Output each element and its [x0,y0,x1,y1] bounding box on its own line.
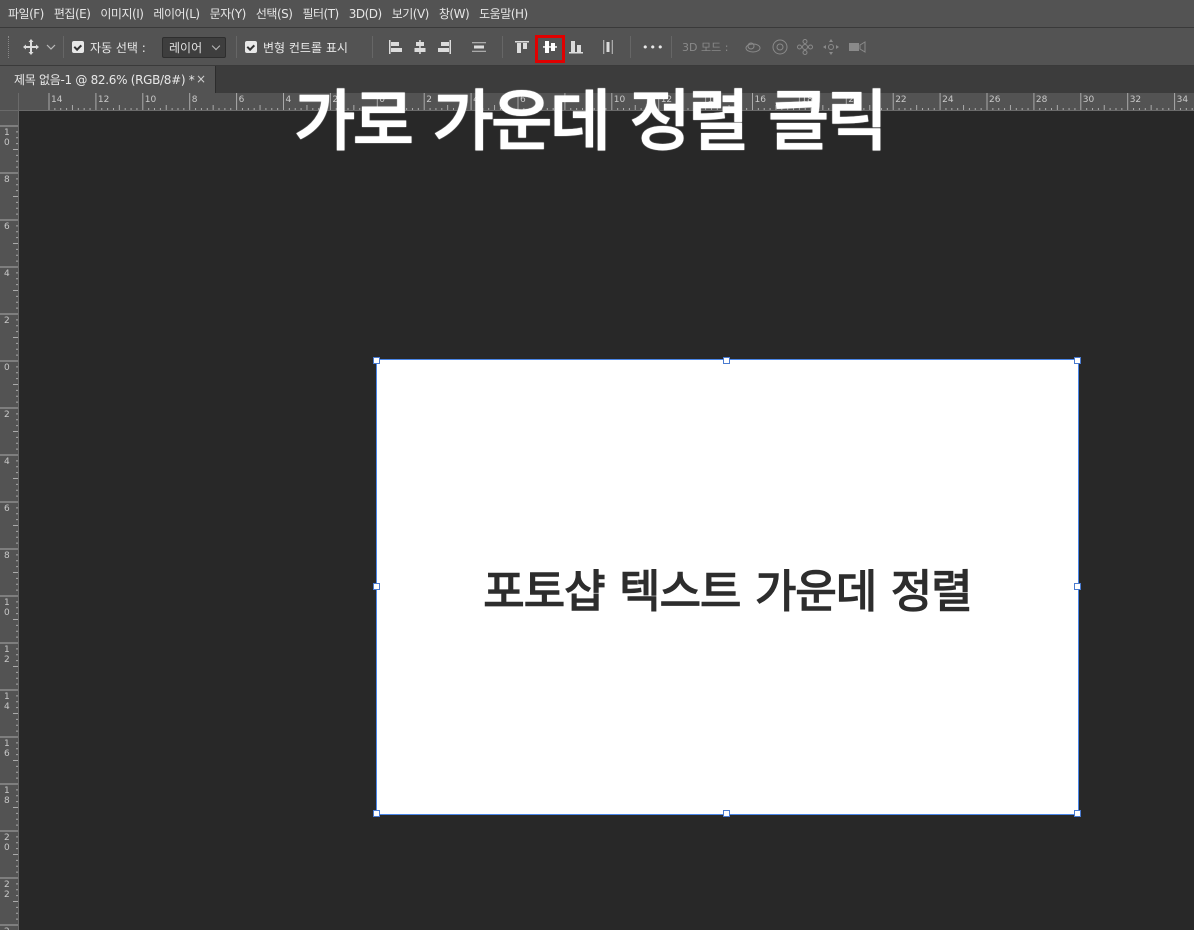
ruler-label: 0 [4,363,10,373]
tutorial-caption: 가로 가운데 정렬 클릭 [294,83,887,160]
menu-filter[interactable]: 필터(T) [297,5,343,22]
tool-preset-chevron-icon[interactable] [45,28,57,66]
ruler-label: 4 [4,457,10,467]
options-grip[interactable] [8,28,12,66]
transform-handle-top-left[interactable] [373,357,380,364]
menu-window[interactable]: 창(W) [434,5,474,22]
divider [63,36,64,58]
auto-select-value: 레이어 [169,41,203,55]
scale-3d-camera-icon[interactable] [848,28,866,66]
more-options-icon[interactable]: ••• [642,28,664,66]
move-tool-icon[interactable] [22,28,40,66]
menu-image[interactable]: 이미지(I) [95,5,148,22]
ruler-label: 14 [51,95,63,105]
auto-select-label: 자동 선택 : [90,40,146,55]
transform-handle-right[interactable] [1074,583,1081,590]
menu-edit[interactable]: 편집(E) [49,5,96,22]
ruler-label: 22 [4,880,10,900]
divider [671,36,672,58]
ruler-label: 32 [1129,95,1142,105]
document-canvas[interactable]: 포토샵 텍스트 가운데 정렬 [376,359,1079,815]
ruler-label: 10 [4,128,10,148]
distribute-vertically-icon[interactable] [470,28,488,66]
pan-3d-icon[interactable] [796,28,814,66]
orbit-3d-icon[interactable] [744,28,762,66]
ruler-label: 8 [4,551,10,561]
ruler-label: 8 [191,95,198,105]
auto-select-dropdown[interactable]: 레이어 [162,37,226,58]
options-bar: 자동 선택 : 레이어 변형 컨트롤 표시 ••• 3D 모드 : [0,28,1194,66]
ruler-label: 8 [4,175,10,185]
vertical-ruler-ticks [0,125,18,926]
ruler-label: 6 [4,222,10,232]
menu-select[interactable]: 선택(S) [251,5,298,22]
ruler-label: 6 [4,504,10,514]
transform-controls-label: 변형 컨트롤 표시 [263,40,348,55]
slide-3d-icon[interactable] [822,28,840,66]
ruler-label: 4 [4,269,10,279]
menu-type[interactable]: 문자(Y) [205,5,251,22]
transform-handle-bottom-left[interactable] [373,810,380,817]
menu-view[interactable]: 보기(V) [387,5,434,22]
align-left-edges-icon[interactable] [386,28,404,66]
divider [630,36,631,58]
ruler-label: 26 [989,95,1001,105]
divider [502,36,503,58]
ruler-label: 10 [4,598,10,618]
document-text-layer[interactable]: 포토샵 텍스트 가운데 정렬 [377,360,1078,814]
menu-file[interactable]: 파일(F) [3,5,49,22]
vertical-ruler[interactable]: 108642024681012141618202224 [0,111,19,930]
transform-handle-left[interactable] [373,583,380,590]
transform-handle-bottom-right[interactable] [1074,810,1081,817]
close-icon[interactable]: × [196,72,206,86]
ruler-label: 20 [4,833,10,853]
menu-help[interactable]: 도움말(H) [474,5,533,22]
distribute-horizontally-icon[interactable] [599,28,617,66]
3d-mode-label: 3D 모드 : [682,41,729,54]
transform-handle-top[interactable] [723,357,730,364]
menu-layer[interactable]: 레이어(L) [148,5,204,22]
divider [236,36,237,58]
ruler-label: 14 [4,692,10,712]
ruler-label: 18 [4,786,10,806]
transform-handle-top-right[interactable] [1074,357,1081,364]
align-horizontal-centers-icon[interactable] [411,28,429,66]
document-tab[interactable]: 제목 없음-1 @ 82.6% (RGB/8#) * × [0,66,216,93]
ruler-label: 16 [4,739,10,759]
ruler-label: 12 [4,645,10,665]
align-vertical-centers-icon[interactable] [541,28,559,66]
ruler-label: 34 [1176,95,1189,105]
align-top-edges-icon[interactable] [513,28,531,66]
ruler-label: 2 [4,410,10,420]
align-bottom-edges-icon[interactable] [567,28,585,66]
chevron-down-icon [211,41,221,50]
roll-3d-icon[interactable] [771,28,789,66]
transform-handle-bottom[interactable] [723,810,730,817]
ruler-label: 30 [1082,95,1095,105]
auto-select-checkbox[interactable] [72,41,84,53]
ruler-origin[interactable] [0,93,19,111]
ruler-label: 28 [1035,95,1048,105]
ruler-label: 10 [144,95,157,105]
document-tab-title: 제목 없음-1 @ 82.6% (RGB/8#) * [14,73,195,87]
ruler-label: 2 [4,316,10,326]
menu-bar: 파일(F) 편집(E) 이미지(I) 레이어(L) 문자(Y) 선택(S) 필터… [0,0,1194,28]
ruler-label: 12 [97,95,110,105]
transform-controls-checkbox[interactable] [245,41,257,53]
align-right-edges-icon[interactable] [436,28,454,66]
menu-3d[interactable]: 3D(D) [344,7,387,21]
ruler-label: 6 [238,95,245,105]
ruler-label: 24 [942,95,954,105]
divider [372,36,373,58]
